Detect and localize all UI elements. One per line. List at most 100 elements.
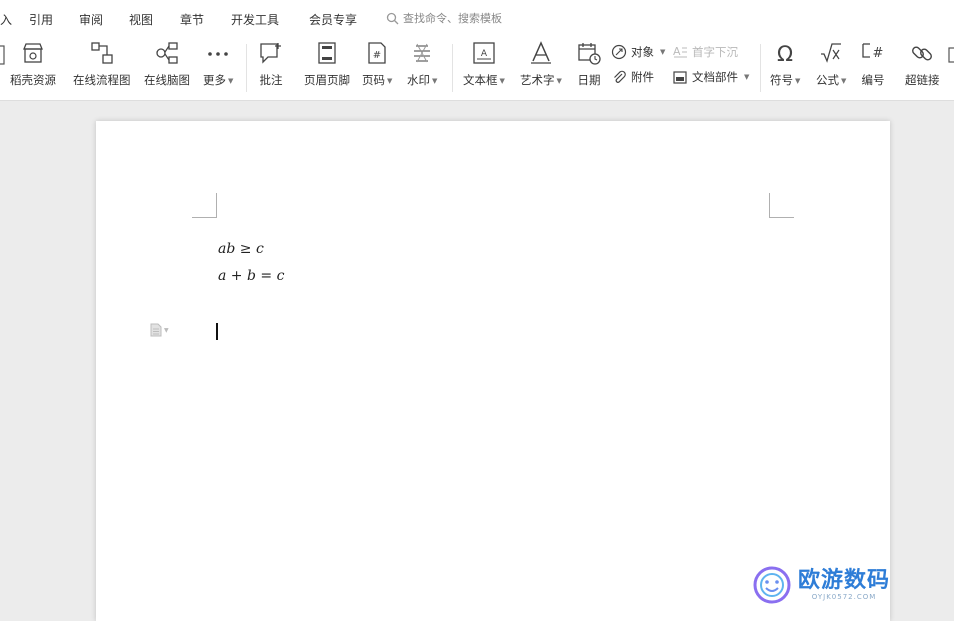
paragraph-handle[interactable]: ▼ [150, 323, 169, 337]
search-placeholder: 查找命令、搜索模板 [403, 12, 502, 25]
mindmap-label: 在线脑图 [144, 73, 190, 87]
header-footer-icon [318, 42, 336, 64]
header-footer-label: 页眉页脚 [304, 73, 350, 87]
chevron-down-icon: ▼ [499, 76, 505, 85]
hyperlink-icon [912, 46, 933, 61]
margin-corner-top-right [769, 193, 794, 218]
numbering-button[interactable]: # 编号 [860, 40, 886, 88]
textbox-button[interactable]: A 文本框 ▼ [463, 40, 505, 88]
object-label: 对象 [631, 45, 654, 59]
menu-item-references[interactable]: 引用 [29, 11, 53, 28]
page-number-button[interactable]: # 页码 ▼ [362, 40, 392, 88]
template-store-label: 稻壳资源 [10, 73, 56, 87]
watermark-label: 水印 [407, 73, 430, 87]
menu-item-developer[interactable]: 开发工具 [231, 11, 279, 28]
flowchart-label: 在线流程图 [73, 73, 131, 87]
textbox-label: 文本框 [463, 73, 498, 87]
formula-icon [821, 43, 842, 63]
hyperlink-label: 超链接 [905, 73, 940, 87]
watermark-button[interactable]: 水印 ▼ [407, 40, 437, 88]
symbol-label: 符号 [770, 73, 793, 87]
document-icon [150, 323, 162, 337]
symbol-button[interactable]: Ω 符号 ▼ [770, 40, 800, 88]
ribbon-divider [760, 44, 761, 92]
menu-item-member[interactable]: 会员专享 [309, 11, 357, 28]
search-icon [386, 12, 399, 24]
document-page[interactable]: ab ≥ c a + b = c ▼ [96, 121, 890, 621]
doc-parts-icon [673, 71, 687, 84]
paperclip-icon [614, 70, 626, 83]
chevron-down-icon: ▼ [841, 76, 847, 85]
watermark-title: 欧游数码 [798, 568, 891, 593]
text-cursor [216, 323, 218, 340]
wordart-label: 艺术字 [520, 73, 555, 87]
hyperlink-button[interactable]: 超链接 [905, 40, 940, 88]
object-button[interactable]: 对象 ▼ [611, 44, 665, 60]
command-search[interactable]: 查找命令、搜索模板 [386, 9, 502, 27]
site-watermark: 欧游数码 OYJK0572.COM [752, 560, 954, 610]
textbox-icon: A [473, 42, 495, 64]
drop-cap-icon: A [673, 45, 687, 58]
equation-line[interactable]: a + b = c [218, 268, 284, 284]
formula-label: 公式 [816, 73, 839, 87]
template-store-button[interactable]: 稻壳资源 [10, 40, 56, 88]
chevron-down-icon: ▼ [660, 48, 666, 56]
chevron-down-icon: ▼ [795, 76, 801, 85]
chevron-down-icon: ▼ [164, 326, 169, 334]
flowchart-icon [91, 42, 113, 64]
chevron-down-icon: ▼ [228, 76, 234, 85]
header-footer-button[interactable]: 页眉页脚 [304, 40, 350, 88]
equation-line[interactable]: ab ≥ c [218, 241, 264, 257]
date-label: 日期 [577, 73, 601, 87]
template-store-icon [23, 43, 43, 63]
ribbon-divider [452, 44, 453, 92]
svg-text:A: A [481, 49, 488, 59]
formula-button[interactable]: 公式 ▼ [816, 40, 846, 88]
menu-item-chapter[interactable]: 章节 [180, 11, 204, 28]
watermark-subtitle: OYJK0572.COM [811, 593, 877, 601]
chevron-down-icon: ▼ [744, 73, 750, 81]
svg-text:#: # [873, 46, 884, 61]
numbering-label: 编号 [861, 73, 885, 87]
chevron-down-icon: ▼ [387, 76, 393, 85]
ribbon-divider [246, 44, 247, 92]
mindmap-button[interactable]: 在线脑图 [144, 40, 190, 88]
svg-text:Ω: Ω [777, 42, 793, 66]
menu-item-review[interactable]: 审阅 [79, 11, 103, 28]
flowchart-button[interactable]: 在线流程图 [73, 40, 131, 88]
svg-text:A: A [673, 45, 681, 58]
menu-bar: 入 引用 审阅 视图 章节 开发工具 会员专享 查找命令、搜索模板 [0, 0, 954, 36]
more-dots-icon [208, 52, 228, 56]
comment-icon [260, 43, 281, 64]
svg-text:#: # [373, 50, 381, 61]
margin-corner-top-left [192, 193, 217, 218]
date-icon [578, 43, 601, 65]
chevron-down-icon: ▼ [556, 76, 562, 85]
menu-item-insert-partial[interactable]: 入 [0, 11, 12, 28]
date-button[interactable]: 日期 [576, 40, 602, 88]
comment-label: 批注 [259, 73, 283, 87]
doc-parts-label: 文档部件 [692, 70, 738, 84]
mindmap-icon [156, 42, 178, 64]
attachment-label: 附件 [631, 70, 654, 84]
wordart-icon [530, 41, 551, 64]
partial-tool-icon [0, 45, 5, 65]
menu-item-view[interactable]: 视图 [129, 11, 153, 28]
more-label: 更多 [203, 73, 226, 87]
page-number-label: 页码 [362, 73, 385, 87]
drop-cap-button[interactable]: A 首字下沉 [672, 44, 738, 60]
ribbon-toolbar: 稻壳资源 在线流程图 在线脑图 更多 ▼ 批注 页眉页脚 # 页码 ▼ 水印 ▼… [0, 36, 954, 101]
page-number-icon: # [368, 42, 386, 64]
partial-tool-icon [948, 47, 954, 63]
smiley-logo-icon [753, 566, 791, 604]
numbering-icon: # [862, 43, 884, 61]
watermark-icon [414, 43, 431, 63]
omega-symbol-icon: Ω [777, 42, 793, 66]
comment-button[interactable]: 批注 [258, 40, 284, 88]
doc-parts-button[interactable]: 文档部件 ▼ [672, 69, 749, 85]
attachment-button[interactable]: 附件 [611, 69, 654, 85]
drop-cap-label: 首字下沉 [692, 45, 738, 59]
wordart-button[interactable]: 艺术字 ▼ [520, 40, 562, 88]
more-button[interactable]: 更多 ▼ [203, 40, 233, 88]
object-icon [611, 44, 627, 60]
